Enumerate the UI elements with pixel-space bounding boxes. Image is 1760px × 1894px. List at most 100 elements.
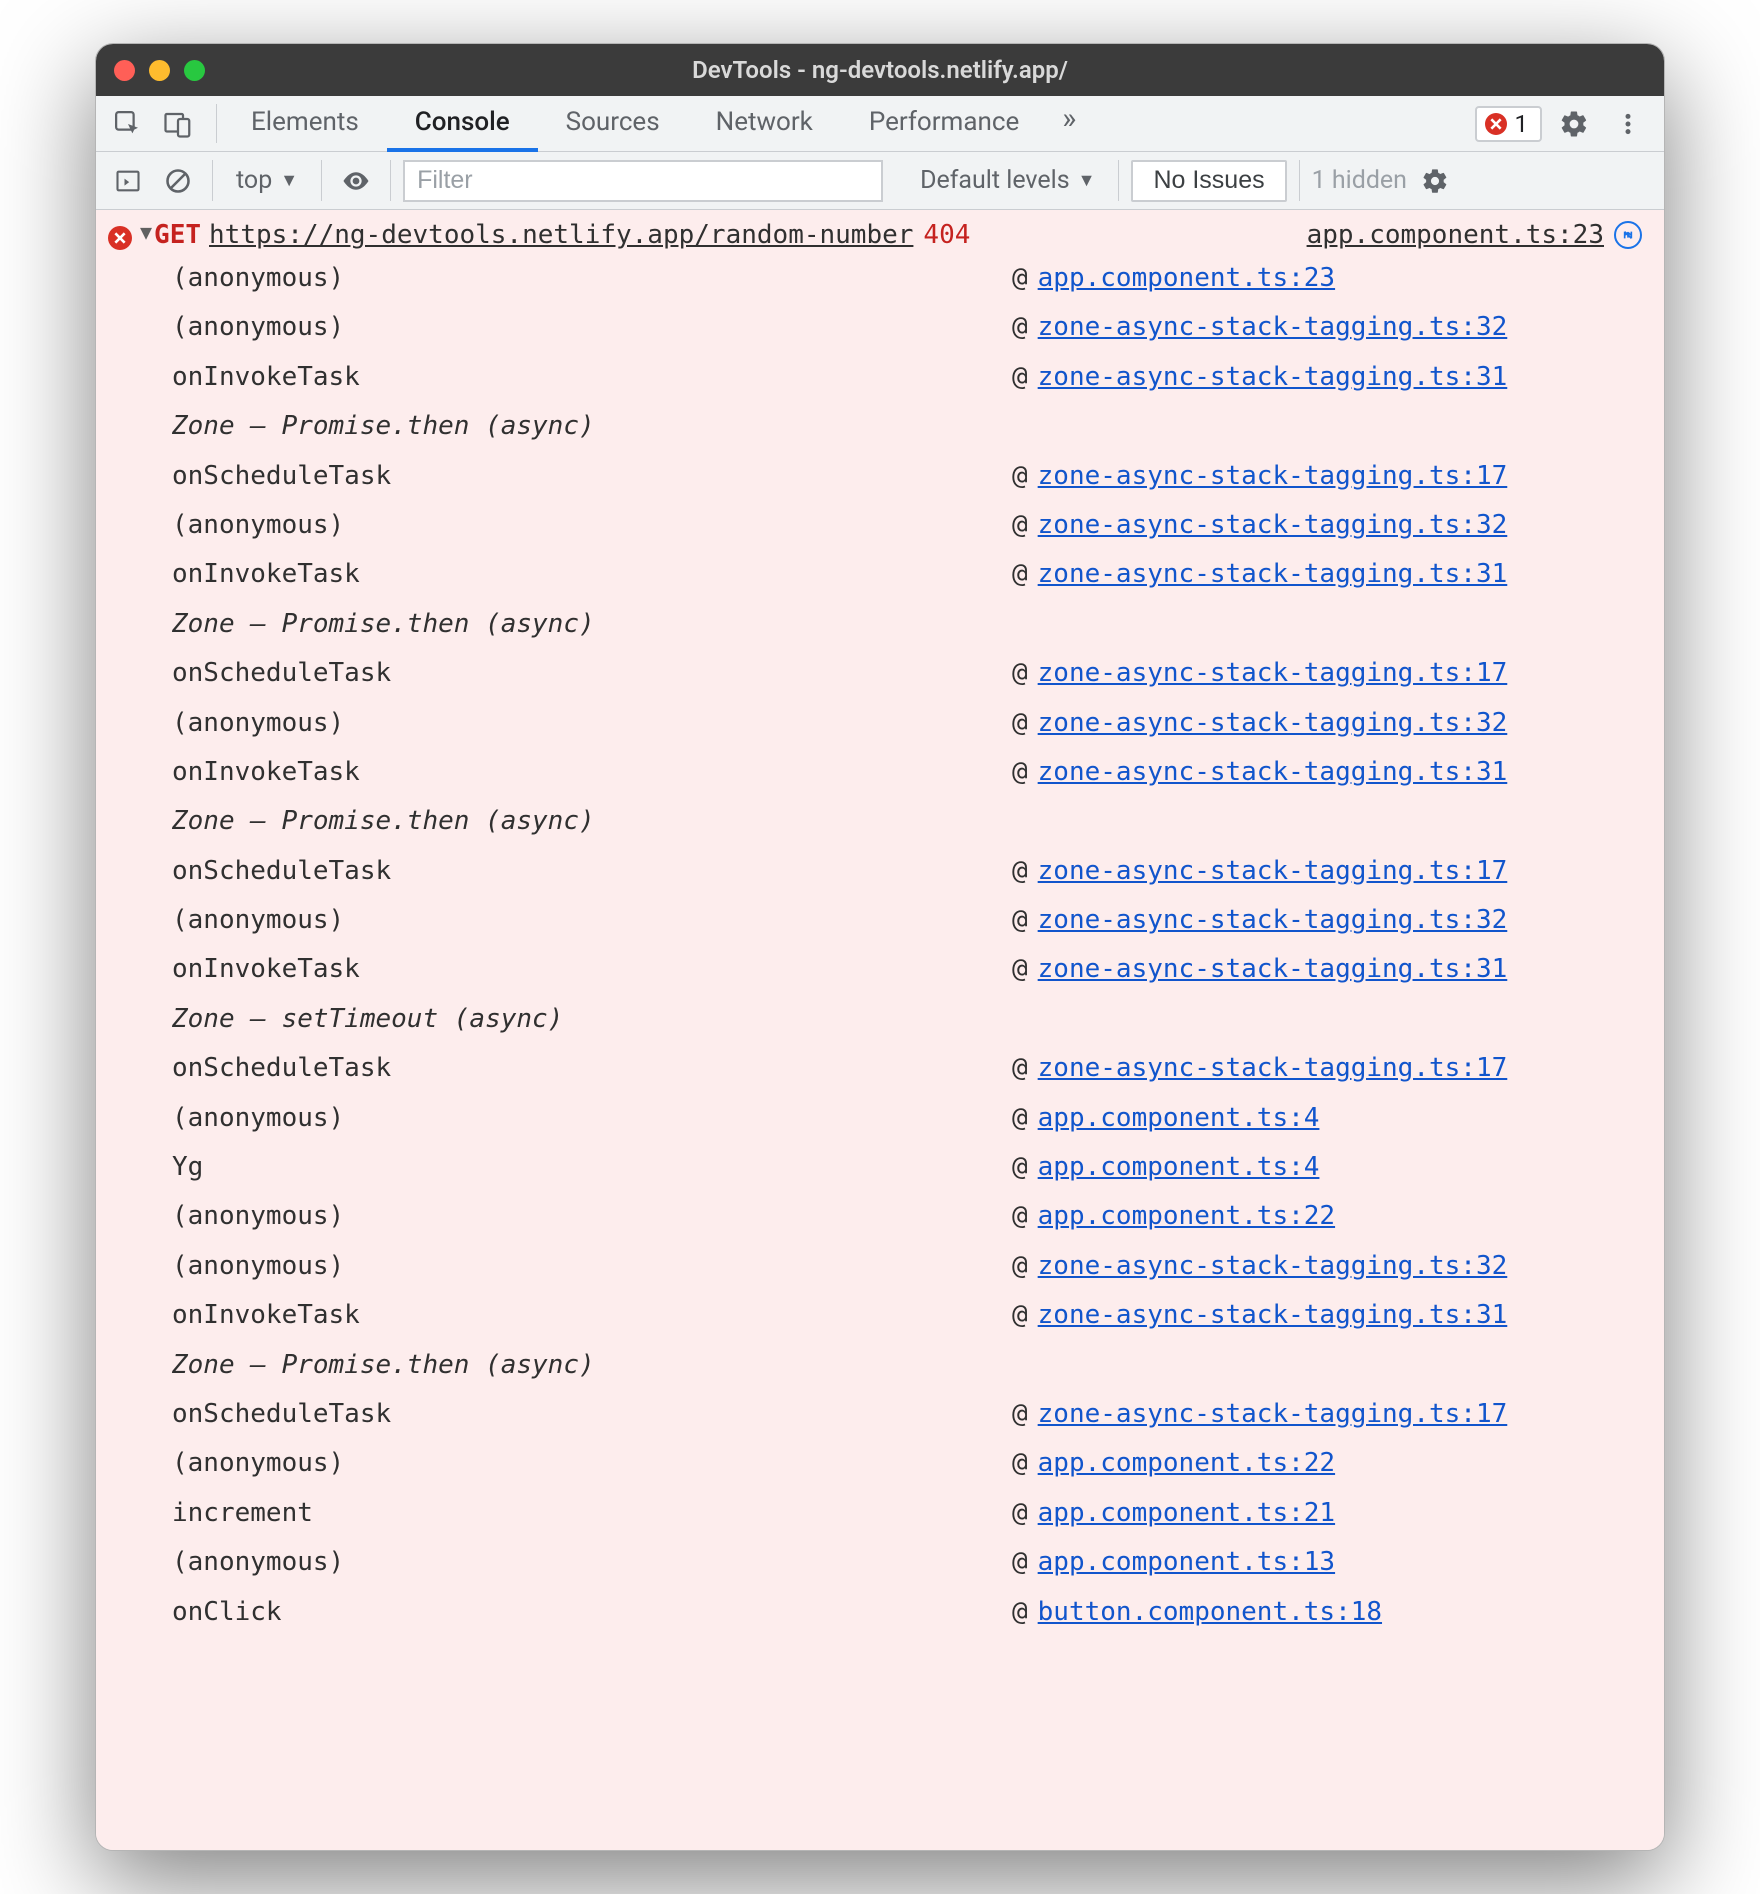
at-symbol: @ xyxy=(1012,1094,1028,1143)
frame-source-link[interactable]: zone-async-stack-tagging.ts:17 xyxy=(1038,1044,1508,1093)
frame-source-link[interactable]: zone-async-stack-tagging.ts:17 xyxy=(1038,1390,1508,1439)
frame-source-link[interactable]: app.component.ts:22 xyxy=(1038,1439,1335,1488)
stack-frame: (anonymous)@app.component.ts:22 xyxy=(172,1439,1642,1488)
frame-function: (anonymous) xyxy=(172,1192,1012,1241)
tab-elements[interactable]: Elements xyxy=(223,96,387,152)
origin-link[interactable]: app.component.ts:23 xyxy=(1307,220,1604,250)
frame-function: onInvokeTask xyxy=(172,748,1012,797)
close-window-button[interactable] xyxy=(114,60,135,81)
stack-frame: increment@app.component.ts:21 xyxy=(172,1489,1642,1538)
tab-performance[interactable]: Performance xyxy=(841,96,1047,152)
stack-frame: (anonymous)@app.component.ts:13 xyxy=(172,1538,1642,1587)
context-selector[interactable]: top ▼ xyxy=(225,161,309,200)
frame-source-link[interactable]: zone-async-stack-tagging.ts:31 xyxy=(1038,945,1508,994)
frame-function: onInvokeTask xyxy=(172,945,1012,994)
live-expression-icon[interactable] xyxy=(334,159,378,203)
at-symbol: @ xyxy=(1012,649,1028,698)
frame-function: onScheduleTask xyxy=(172,1390,1012,1439)
frame-function: (anonymous) xyxy=(172,896,1012,945)
tab-network[interactable]: Network xyxy=(688,96,841,152)
async-boundary: Zone — setTimeout (async) xyxy=(172,995,1642,1044)
devtools-window: DevTools - ng-devtools.netlify.app/ Elem… xyxy=(95,43,1665,1851)
frame-function: onInvokeTask xyxy=(172,550,1012,599)
at-symbol: @ xyxy=(1012,254,1028,303)
window-title: DevTools - ng-devtools.netlify.app/ xyxy=(96,56,1664,84)
frame-function: (anonymous) xyxy=(172,501,1012,550)
async-boundary: Zone — Promise.then (async) xyxy=(172,1341,1642,1390)
frame-source-link[interactable]: zone-async-stack-tagging.ts:31 xyxy=(1038,748,1508,797)
maximize-window-button[interactable] xyxy=(184,60,205,81)
async-boundary: Zone — Promise.then (async) xyxy=(172,402,1642,451)
console-error-row[interactable]: ▼ GET https://ng-devtools.netlify.app/ra… xyxy=(96,216,1664,254)
error-count: 1 xyxy=(1515,110,1529,138)
stack-frame: onInvokeTask@zone-async-stack-tagging.ts… xyxy=(172,353,1642,402)
at-symbol: @ xyxy=(1012,1143,1028,1192)
stack-frame: (anonymous)@zone-async-stack-tagging.ts:… xyxy=(172,699,1642,748)
frame-source-link[interactable]: zone-async-stack-tagging.ts:32 xyxy=(1038,896,1508,945)
error-count-chip[interactable]: 1 xyxy=(1475,106,1543,142)
filter-input[interactable] xyxy=(403,160,883,202)
window-controls xyxy=(114,60,205,81)
stack-frame: (anonymous)@zone-async-stack-tagging.ts:… xyxy=(172,303,1642,352)
frame-function: onScheduleTask xyxy=(172,649,1012,698)
at-symbol: @ xyxy=(1012,1291,1028,1340)
replay-xhr-icon[interactable] xyxy=(1614,221,1642,249)
frame-function: (anonymous) xyxy=(172,1439,1012,1488)
tab-console[interactable]: Console xyxy=(387,96,538,152)
more-tabs-button[interactable]: » xyxy=(1047,96,1091,140)
frame-source-link[interactable]: zone-async-stack-tagging.ts:17 xyxy=(1038,649,1508,698)
frame-function: onScheduleTask xyxy=(172,1044,1012,1093)
stack-frame: (anonymous)@zone-async-stack-tagging.ts:… xyxy=(172,1242,1642,1291)
frame-source-link[interactable]: zone-async-stack-tagging.ts:17 xyxy=(1038,452,1508,501)
at-symbol: @ xyxy=(1012,353,1028,402)
frame-source-link[interactable]: button.component.ts:18 xyxy=(1038,1588,1382,1637)
stack-frame: onInvokeTask@zone-async-stack-tagging.ts… xyxy=(172,748,1642,797)
frame-source-link[interactable]: zone-async-stack-tagging.ts:32 xyxy=(1038,303,1508,352)
async-boundary: Zone — Promise.then (async) xyxy=(172,600,1642,649)
at-symbol: @ xyxy=(1012,748,1028,797)
frame-source-link[interactable]: app.component.ts:13 xyxy=(1038,1538,1335,1587)
frame-source-link[interactable]: zone-async-stack-tagging.ts:31 xyxy=(1038,353,1508,402)
at-symbol: @ xyxy=(1012,303,1028,352)
frame-function: onScheduleTask xyxy=(172,847,1012,896)
at-symbol: @ xyxy=(1012,1588,1028,1637)
frame-source-link[interactable]: zone-async-stack-tagging.ts:32 xyxy=(1038,699,1508,748)
at-symbol: @ xyxy=(1012,1242,1028,1291)
chevron-down-icon: ▼ xyxy=(280,170,298,191)
frame-function: (anonymous) xyxy=(172,303,1012,352)
console-settings-icon[interactable] xyxy=(1413,159,1457,203)
frame-source-link[interactable]: app.component.ts:23 xyxy=(1038,254,1335,303)
frame-source-link[interactable]: app.component.ts:4 xyxy=(1038,1143,1320,1192)
stack-frame: (anonymous)@zone-async-stack-tagging.ts:… xyxy=(172,896,1642,945)
device-toolbar-icon[interactable] xyxy=(156,102,200,146)
frame-source-link[interactable]: zone-async-stack-tagging.ts:17 xyxy=(1038,847,1508,896)
issues-button[interactable]: No Issues xyxy=(1131,160,1286,202)
toggle-sidebar-icon[interactable] xyxy=(106,159,150,203)
request-url[interactable]: https://ng-devtools.netlify.app/random-n… xyxy=(209,220,913,250)
frame-source-link[interactable]: zone-async-stack-tagging.ts:31 xyxy=(1038,1291,1508,1340)
stack-frame: onScheduleTask@zone-async-stack-tagging.… xyxy=(172,1390,1642,1439)
kebab-menu-icon[interactable] xyxy=(1606,102,1650,146)
log-levels-label: Default levels xyxy=(920,166,1070,195)
at-symbol: @ xyxy=(1012,550,1028,599)
frame-source-link[interactable]: zone-async-stack-tagging.ts:32 xyxy=(1038,1242,1508,1291)
minimize-window-button[interactable] xyxy=(149,60,170,81)
clear-console-icon[interactable] xyxy=(156,159,200,203)
expand-caret-icon[interactable]: ▼ xyxy=(140,220,152,244)
frame-source-link[interactable]: app.component.ts:4 xyxy=(1038,1094,1320,1143)
frame-source-link[interactable]: zone-async-stack-tagging.ts:32 xyxy=(1038,501,1508,550)
stack-frame: onScheduleTask@zone-async-stack-tagging.… xyxy=(172,1044,1642,1093)
settings-icon[interactable] xyxy=(1552,102,1596,146)
at-symbol: @ xyxy=(1012,452,1028,501)
frame-function: onScheduleTask xyxy=(172,452,1012,501)
inspect-element-icon[interactable] xyxy=(106,102,150,146)
frame-source-link[interactable]: app.component.ts:21 xyxy=(1038,1489,1335,1538)
log-levels-selector[interactable]: Default levels ▼ xyxy=(909,161,1106,200)
stack-frame: onScheduleTask@zone-async-stack-tagging.… xyxy=(172,649,1642,698)
frame-source-link[interactable]: app.component.ts:22 xyxy=(1038,1192,1335,1241)
frame-function: (anonymous) xyxy=(172,254,1012,303)
stack-frame: (anonymous)@app.component.ts:4 xyxy=(172,1094,1642,1143)
tab-sources[interactable]: Sources xyxy=(538,96,688,152)
frame-source-link[interactable]: zone-async-stack-tagging.ts:31 xyxy=(1038,550,1508,599)
frame-function: increment xyxy=(172,1489,1012,1538)
